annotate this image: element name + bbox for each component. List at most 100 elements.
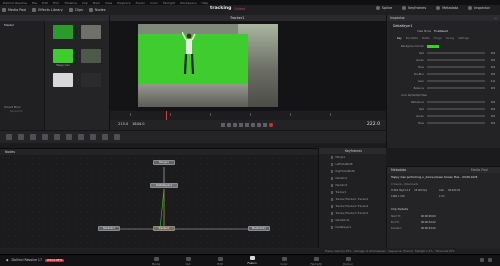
- merge-tool-icon[interactable]: [42, 134, 48, 140]
- menu-item-4[interactable]: Timeline: [64, 1, 77, 5]
- menu-item-5[interactable]: Clip: [82, 1, 88, 5]
- master-bin[interactable]: Master: [4, 23, 14, 27]
- inspector-tab-3[interactable]: Fringe: [434, 37, 442, 40]
- parameter-slider[interactable]: [427, 108, 485, 110]
- page-tab-color[interactable]: Color: [268, 256, 300, 266]
- media-clip-1[interactable]: [81, 25, 101, 39]
- parameter-slider[interactable]: [427, 66, 485, 68]
- particles-tool-icon[interactable]: [102, 134, 108, 140]
- step-back-button[interactable]: [227, 123, 231, 127]
- current-frame-field[interactable]: 1844.0: [132, 122, 145, 126]
- page-tab-fairlight[interactable]: Fairlight: [300, 256, 332, 266]
- page-tab-edit[interactable]: Edit: [204, 256, 236, 266]
- page-tab-fusion[interactable]: Fusion: [236, 256, 268, 266]
- step-forward-button[interactable]: [251, 123, 255, 127]
- media-pool-toggle[interactable]: Media Pool: [2, 8, 26, 12]
- record-button[interactable]: [269, 123, 273, 127]
- parameter-value[interactable]: 0.0: [485, 59, 495, 62]
- keyframe-item[interactable]: Merge1: [331, 156, 345, 159]
- media-clip-4[interactable]: [53, 73, 73, 87]
- keyframe-item[interactable]: Tracker/Tracker1 Tracker1: [331, 198, 368, 201]
- node-merge1[interactable]: Merge1: [153, 160, 175, 165]
- parameter-value[interactable]: 0.0: [485, 73, 495, 76]
- play-button[interactable]: [245, 123, 249, 127]
- menu-item-2[interactable]: Edit: [42, 1, 48, 5]
- background-tool-icon[interactable]: [6, 134, 12, 140]
- menu-item-8[interactable]: Playback: [117, 1, 130, 5]
- node-deltakeyer1[interactable]: DeltaKeyer1: [150, 183, 178, 188]
- parameter-slider[interactable]: [427, 80, 485, 82]
- metadata-toggle[interactable]: Metadata: [436, 6, 458, 10]
- spline-toggle[interactable]: Spline: [375, 6, 392, 10]
- page-tab-cut[interactable]: Cut: [172, 256, 204, 266]
- inspector-tab-0[interactable]: Key: [397, 37, 402, 40]
- nodes-toggle[interactable]: Nodes: [88, 8, 106, 12]
- loop-button[interactable]: [263, 123, 267, 127]
- keyframe-item[interactable]: Tracker1: [331, 191, 346, 194]
- effects-library-toggle[interactable]: Effects Library: [32, 8, 63, 12]
- menu-item-6[interactable]: Mark: [93, 1, 100, 5]
- menu-item-1[interactable]: File: [32, 1, 37, 5]
- media-clip-2[interactable]: [53, 49, 73, 63]
- parameter-value[interactable]: 0.0: [485, 52, 495, 55]
- node-editor[interactable]: Nodes Merge1 DeltaKeyer1 MediaIn1 Tracke…: [0, 148, 318, 248]
- render-end-field[interactable]: 222.0: [367, 122, 380, 127]
- inspector-toggle[interactable]: Inspector: [468, 6, 490, 10]
- parameter-value[interactable]: 0.0: [485, 66, 495, 69]
- node-tracker1[interactable]: Tracker1: [153, 226, 175, 231]
- keyframe-item[interactable]: MediaIn2: [331, 184, 347, 187]
- media-clip-5[interactable]: [81, 73, 101, 87]
- inspector-tab-2[interactable]: Matte: [422, 37, 429, 40]
- clips-toggle[interactable]: Clips: [68, 8, 83, 12]
- parameter-value[interactable]: 0.0: [485, 115, 495, 118]
- inspector-tab-4[interactable]: Tuning: [446, 37, 455, 40]
- parameter-value[interactable]: 0.0: [485, 122, 495, 125]
- mask-tool-icon[interactable]: [66, 134, 72, 140]
- inspector-tab-1[interactable]: Pre Matte: [406, 37, 418, 40]
- keyframe-item[interactable]: MediaIn1: [331, 177, 347, 180]
- parameter-slider[interactable]: [427, 87, 485, 89]
- keyframe-item[interactable]: MediaOut1: [331, 219, 350, 222]
- menu-item-7[interactable]: View: [105, 1, 112, 5]
- parameter-slider[interactable]: [427, 122, 485, 124]
- stop-button[interactable]: [239, 123, 243, 127]
- node-mediain1[interactable]: MediaIn1: [98, 226, 120, 231]
- keyframe-item[interactable]: Tracker/Tracker3 Tracker1: [331, 212, 368, 215]
- menu-item-13[interactable]: Help: [201, 1, 208, 5]
- keyframe-item[interactable]: LeftSideBlnMi: [331, 163, 353, 166]
- go-to-start-button[interactable]: [221, 123, 225, 127]
- play-reverse-button[interactable]: [233, 123, 237, 127]
- keyframe-item[interactable]: DeltaKeyer1: [331, 226, 351, 229]
- settings-icon[interactable]: [488, 258, 492, 262]
- background-color-swatch[interactable]: [427, 44, 439, 48]
- parameter-slider[interactable]: [427, 115, 485, 117]
- view-mode-select[interactable]: FinalResult: [434, 30, 448, 33]
- 3d-tool-icon[interactable]: [114, 134, 120, 140]
- parameter-value[interactable]: 0.0: [485, 108, 495, 111]
- media-clip-3[interactable]: [81, 49, 101, 63]
- menu-item-0[interactable]: DaVinci Resolve: [3, 1, 27, 5]
- inspector-options-icon[interactable]: ⋯: [494, 16, 497, 20]
- media-clip-0[interactable]: [53, 25, 73, 39]
- menu-item-12[interactable]: Workspace: [180, 1, 196, 5]
- keyframes-toggle[interactable]: Keyframes: [402, 6, 426, 10]
- menu-item-10[interactable]: Color: [150, 1, 158, 5]
- parameter-slider[interactable]: [427, 101, 485, 103]
- go-to-end-button[interactable]: [257, 123, 261, 127]
- viewer-panel[interactable]: [110, 21, 386, 111]
- parameter-slider[interactable]: [427, 59, 485, 61]
- node-mediaout1[interactable]: MediaOut1: [248, 226, 270, 231]
- parameter-slider[interactable]: [427, 73, 485, 75]
- polygon-tool-icon[interactable]: [78, 134, 84, 140]
- keyframe-item[interactable]: Tracker/Tracker2 Tracker2: [331, 205, 368, 208]
- menu-item-9[interactable]: Fusion: [136, 1, 146, 5]
- parameter-value[interactable]: 1.0: [485, 80, 495, 83]
- parameter-value[interactable]: 0.0: [485, 101, 495, 104]
- page-tab-media[interactable]: Media: [140, 256, 172, 266]
- text-tool-icon[interactable]: [30, 134, 36, 140]
- page-tab-deliver[interactable]: Deliver: [332, 256, 364, 266]
- paint-tool-icon[interactable]: [18, 134, 24, 140]
- bspline-tool-icon[interactable]: [90, 134, 96, 140]
- inspector-tab-5[interactable]: Settings: [458, 37, 469, 40]
- keyframe-item[interactable]: RightSideBlnMi: [331, 170, 355, 173]
